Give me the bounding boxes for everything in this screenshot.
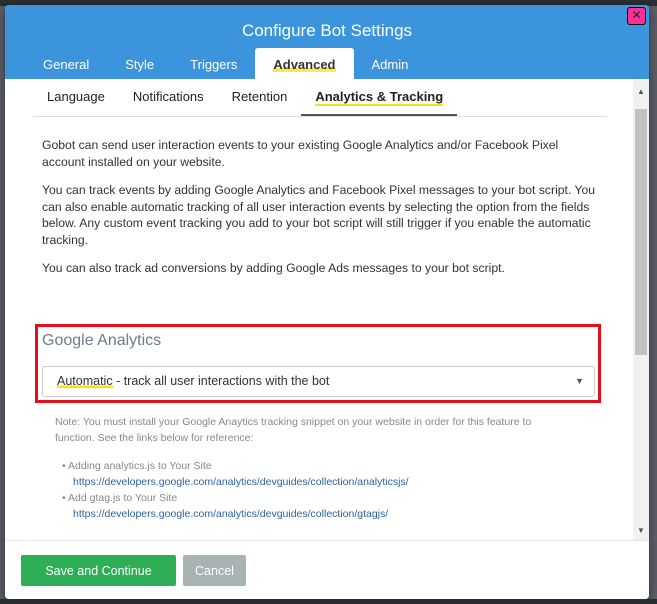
link-label: Add gtag.js to Your Site bbox=[68, 492, 178, 504]
subtab-analytics-tracking[interactable]: Analytics & Tracking bbox=[301, 80, 458, 116]
subtab-analytics-label: Analytics & Tracking bbox=[315, 89, 444, 106]
google-analytics-heading: Google Analytics bbox=[42, 332, 162, 349]
save-and-continue-button[interactable]: Save and Continue bbox=[21, 555, 176, 586]
chevron-down-icon: ▼ bbox=[575, 376, 584, 386]
list-item: • Adding analytics.js to Your Site bbox=[62, 460, 212, 472]
subtab-retention[interactable]: Retention bbox=[218, 80, 302, 116]
tab-advanced[interactable]: Advanced bbox=[255, 48, 354, 79]
intro-paragraph: Gobot can send user interaction events t… bbox=[42, 138, 559, 169]
tab-advanced-label: Advanced bbox=[273, 57, 336, 72]
select-description: - track all user interactions with the b… bbox=[112, 374, 330, 388]
tab-style[interactable]: Style bbox=[107, 48, 172, 79]
main-tabs: General Style Triggers Advanced Admin bbox=[25, 48, 426, 79]
google-analytics-select[interactable]: Automatic - track all user interactions … bbox=[42, 366, 595, 397]
dialog-header: ✕ Configure Bot Settings General Style T… bbox=[5, 5, 649, 79]
ads-paragraph: You can also track ad conversions by add… bbox=[42, 261, 505, 275]
scroll-down-icon[interactable]: ▼ bbox=[637, 526, 645, 535]
tab-triggers[interactable]: Triggers bbox=[172, 48, 255, 79]
subtab-language[interactable]: Language bbox=[33, 80, 119, 116]
scrollbar-thumb[interactable] bbox=[635, 109, 647, 355]
analytics-note: Note: You must install your Google Anayt… bbox=[55, 416, 532, 444]
list-item: • Add gtag.js to Your Site bbox=[62, 492, 178, 504]
page-bottom-strip bbox=[0, 599, 657, 604]
tab-general[interactable]: General bbox=[25, 48, 107, 79]
scrollbar[interactable]: ▲ ▼ bbox=[633, 79, 649, 541]
gtagjs-link[interactable]: https://developers.google.com/analytics/… bbox=[62, 506, 409, 522]
reference-links: • Adding analytics.js to Your Site https… bbox=[62, 458, 409, 522]
dialog-body: Language Notifications Retention Analyti… bbox=[5, 79, 633, 541]
analyticsjs-link[interactable]: https://developers.google.com/analytics/… bbox=[62, 474, 409, 490]
tab-admin[interactable]: Admin bbox=[354, 48, 427, 79]
sub-tabs: Language Notifications Retention Analyti… bbox=[33, 79, 607, 117]
scroll-up-icon[interactable]: ▲ bbox=[637, 87, 645, 96]
configure-bot-dialog: ✕ Configure Bot Settings General Style T… bbox=[5, 5, 649, 599]
tracking-paragraph: You can track events by adding Google An… bbox=[42, 183, 596, 247]
link-label: Adding analytics.js to Your Site bbox=[68, 460, 212, 472]
dialog-footer: Save and Continue Cancel bbox=[5, 540, 649, 599]
subtab-notifications[interactable]: Notifications bbox=[119, 80, 218, 116]
dialog-title: Configure Bot Settings bbox=[241, 21, 413, 40]
analytics-content: Gobot can send user interaction events t… bbox=[5, 137, 633, 277]
cancel-button[interactable]: Cancel bbox=[183, 555, 246, 586]
select-value: Automatic bbox=[57, 374, 113, 388]
